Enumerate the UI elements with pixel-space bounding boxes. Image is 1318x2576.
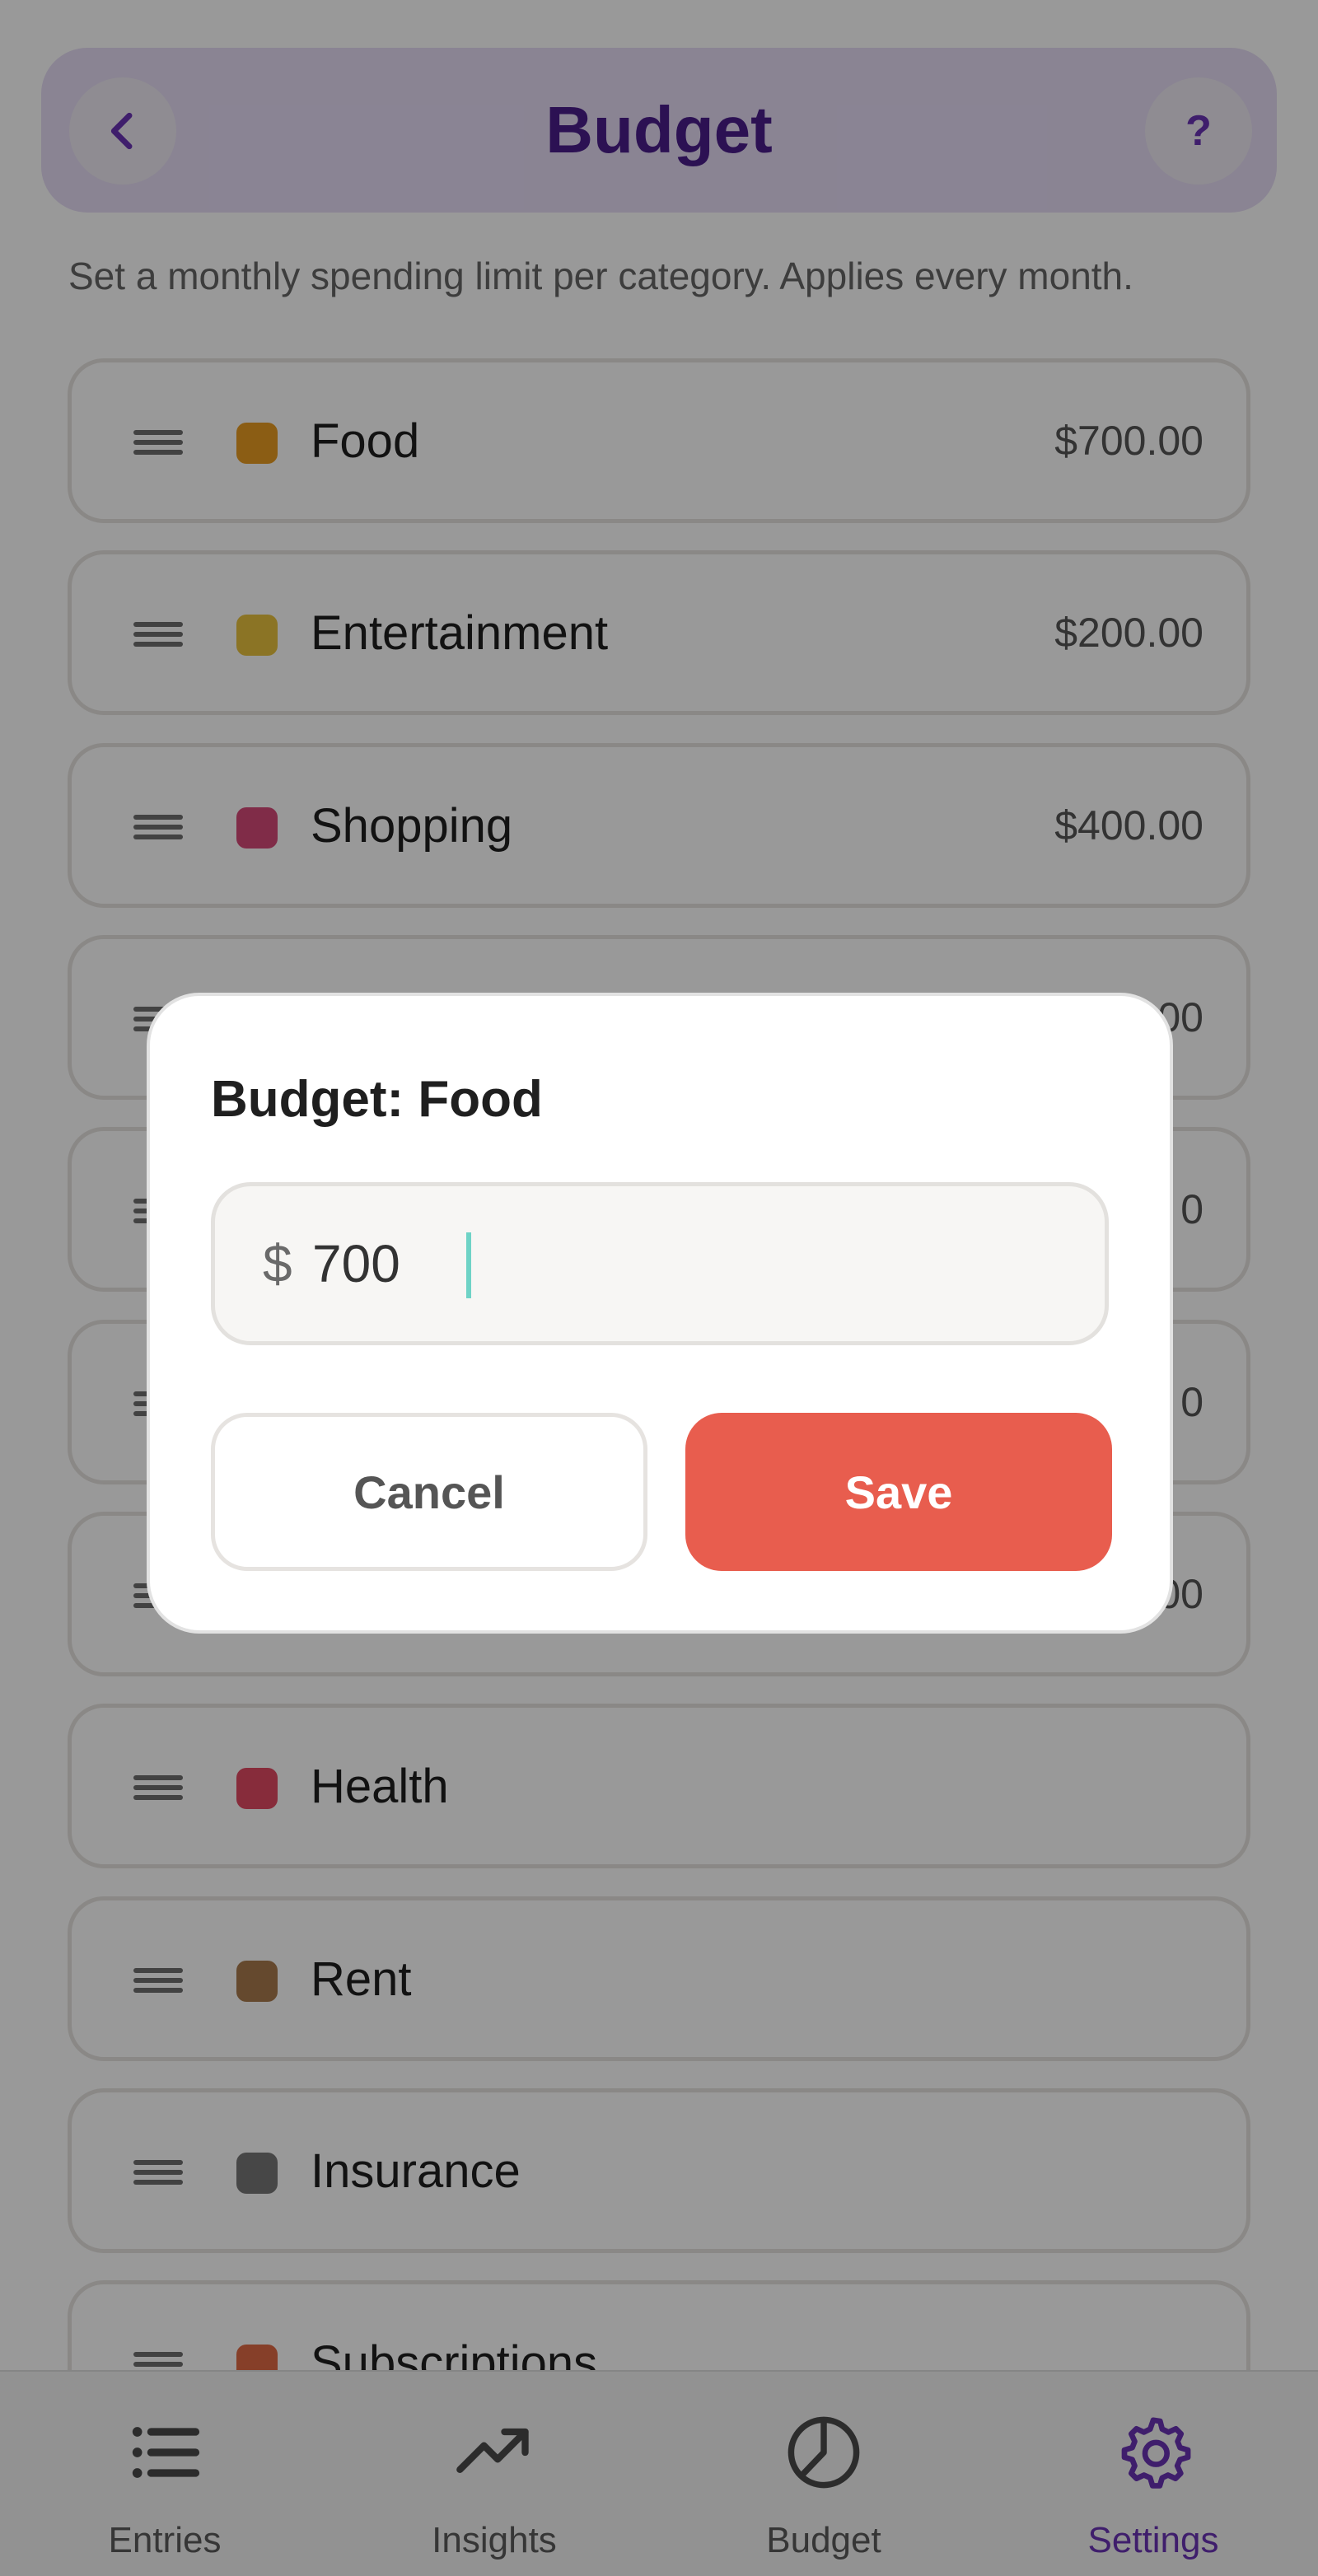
dialog-title: Budget: Food <box>211 1071 543 1128</box>
text-cursor <box>466 1232 471 1298</box>
save-button[interactable]: Save <box>685 1413 1112 1571</box>
budget-amount-field[interactable]: $ <box>211 1182 1109 1345</box>
budget-edit-dialog: Budget: Food $ Cancel Save <box>147 993 1173 1634</box>
cancel-button[interactable]: Cancel <box>211 1413 647 1571</box>
currency-symbol: $ <box>263 1234 292 1293</box>
budget-amount-input[interactable] <box>312 1186 444 1341</box>
